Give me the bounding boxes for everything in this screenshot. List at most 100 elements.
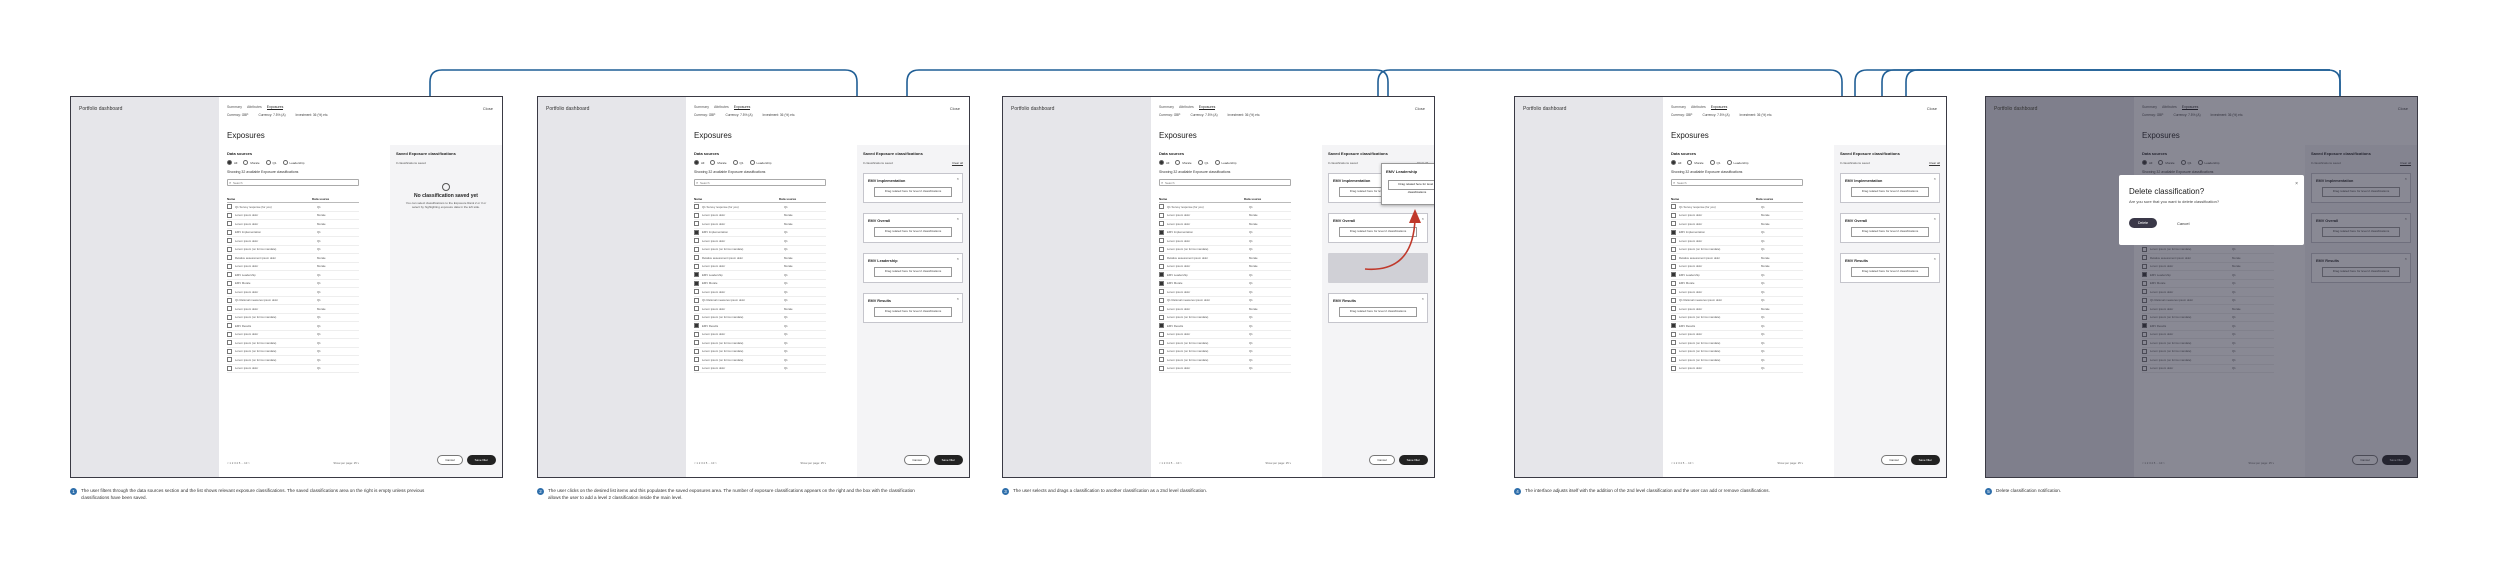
row-checkbox[interactable] xyxy=(1159,357,1164,363)
row-checkbox[interactable] xyxy=(227,357,232,363)
table-row[interactable]: Lorem ipsum (on forms mandate) Q1 xyxy=(1159,348,1291,356)
cancel-button[interactable]: Cancel xyxy=(904,455,930,465)
table-row[interactable]: Lorem ipsum (on forms mandate) Q1 xyxy=(1159,246,1291,254)
row-checkbox[interactable] xyxy=(1159,323,1164,329)
tab-exposures[interactable]: Exposures xyxy=(1198,105,1216,110)
tab-exposures[interactable]: Exposures xyxy=(266,105,284,110)
table-row[interactable]: Lorem ipsum dolor Morale xyxy=(227,263,359,271)
row-checkbox[interactable] xyxy=(1671,204,1676,210)
radio-all[interactable]: All xyxy=(694,160,704,165)
table-row[interactable]: EMV Implementation Q1 xyxy=(1159,229,1291,237)
col-name-header[interactable]: Name xyxy=(694,197,779,201)
table-row[interactable]: EMV Leadership Q1 xyxy=(694,271,826,280)
per-page-select[interactable]: Show per page: 25 v xyxy=(1265,461,1291,465)
close-button[interactable]: Close xyxy=(483,106,493,111)
remove-icon[interactable]: × xyxy=(957,176,959,181)
table-row[interactable]: Lorem ipsum (on forms mandate) Q1 xyxy=(227,339,359,348)
table-row[interactable]: EMV Results Q1 xyxy=(694,322,826,331)
table-row[interactable]: Lorem ipsum dolor Morale xyxy=(1671,305,1803,314)
radio-leadership[interactable]: Leadership xyxy=(1214,160,1236,165)
tab-summary[interactable]: Summary xyxy=(227,105,242,110)
clear-all-button[interactable]: Clear all xyxy=(952,161,963,165)
table-row[interactable]: Lorem ipsum dolor Q1 xyxy=(694,331,826,339)
radio-morale[interactable]: Morale xyxy=(243,160,260,165)
radio-q1[interactable]: Q1 xyxy=(1709,160,1721,165)
table-row[interactable]: EMV Morale Q1 xyxy=(1159,280,1291,288)
drop-zone[interactable]: Drag related here for level 2 classifica… xyxy=(1339,227,1417,237)
table-row[interactable]: Lorem ipsum dolor Morale xyxy=(694,263,826,271)
row-checkbox[interactable] xyxy=(1671,212,1676,218)
row-checkbox[interactable] xyxy=(227,263,232,269)
row-checkbox[interactable] xyxy=(227,289,232,295)
row-checkbox[interactable] xyxy=(694,204,699,210)
table-row[interactable]: Lorem ipsum dolor Q1 xyxy=(227,288,359,297)
classification-card[interactable]: EMV Overall × Drag related here for level … xyxy=(1328,213,1428,243)
page-links[interactable]: < 1 2 3 4 5 ... 10 > xyxy=(1671,461,1694,465)
table-row[interactable]: Lorem ipsum (on forms mandate) Q1 xyxy=(694,339,826,348)
remove-icon[interactable]: × xyxy=(957,216,959,221)
page-links[interactable]: < 1 2 3 4 5 ... 10 > xyxy=(694,461,717,465)
cancel-button[interactable]: Cancel xyxy=(1881,455,1907,465)
row-checkbox[interactable] xyxy=(1671,263,1676,269)
row-checkbox[interactable] xyxy=(227,340,232,346)
classification-card[interactable]: EMV Leadership × Drag related here for lev… xyxy=(863,253,963,283)
radio-morale[interactable]: Morale xyxy=(1687,160,1704,165)
tab-summary[interactable]: Summary xyxy=(694,105,709,110)
table-row[interactable]: Lorem ipsum dolor Q1 xyxy=(227,237,359,246)
row-checkbox[interactable] xyxy=(1159,255,1164,261)
row-checkbox[interactable] xyxy=(694,238,699,244)
classification-card[interactable]: EMV Overall × Drag related here for level … xyxy=(863,213,963,243)
row-checkbox[interactable] xyxy=(1671,229,1676,235)
row-checkbox[interactable] xyxy=(1159,297,1164,303)
row-checkbox[interactable] xyxy=(694,289,699,295)
radio-leadership[interactable]: Leadership xyxy=(282,160,304,165)
table-row[interactable]: Lorem ipsum (on forms mandate) Q1 xyxy=(1159,314,1291,322)
row-checkbox[interactable] xyxy=(694,255,699,261)
row-checkbox[interactable] xyxy=(694,357,699,363)
row-checkbox[interactable] xyxy=(694,314,699,320)
save-button[interactable]: Save filter xyxy=(466,455,496,465)
per-page-select[interactable]: Show per page: 25 v xyxy=(1777,461,1803,465)
row-checkbox[interactable] xyxy=(1671,306,1676,312)
remove-icon[interactable]: × xyxy=(1422,296,1424,301)
col-name-header[interactable]: Name xyxy=(1671,197,1756,201)
table-row[interactable]: Q1 Rational measures ipsum dolor Q1 xyxy=(1671,297,1803,305)
row-checkbox[interactable] xyxy=(227,246,232,252)
row-checkbox[interactable] xyxy=(227,229,232,235)
cancel-button[interactable]: Cancel xyxy=(437,455,463,465)
row-checkbox[interactable] xyxy=(1159,229,1164,235)
table-row[interactable]: Lorem ipsum dolor Q1 xyxy=(1159,288,1291,297)
table-row[interactable]: EMV Leadership Q1 xyxy=(1159,271,1291,280)
table-row[interactable]: EMV Morale Q1 xyxy=(227,280,359,288)
radio-morale[interactable]: Morale xyxy=(1175,160,1192,165)
row-checkbox[interactable] xyxy=(1159,212,1164,218)
table-row[interactable]: Lorem ipsum dolor Morale xyxy=(1159,305,1291,314)
table-row[interactable]: Q1 Rational measures ipsum dolor Q1 xyxy=(694,297,826,305)
table-row[interactable]: EMV Implementation Q1 xyxy=(227,229,359,237)
row-checkbox[interactable] xyxy=(227,280,232,286)
row-checkbox[interactable] xyxy=(1671,348,1676,354)
table-row[interactable]: Lorem ipsum dolor Q1 xyxy=(694,288,826,297)
search-input[interactable]: Search xyxy=(694,179,826,186)
row-checkbox[interactable] xyxy=(1159,238,1164,244)
drop-zone[interactable]: Drag related here for level 2 classifica… xyxy=(874,267,952,277)
table-row[interactable]: Lorem ipsum dolor Morale xyxy=(1159,263,1291,271)
table-row[interactable]: Lorem ipsum (on forms mandate) Q1 xyxy=(227,246,359,254)
remove-icon[interactable]: × xyxy=(957,296,959,301)
close-button[interactable]: Close xyxy=(1415,106,1425,111)
delete-button[interactable]: Delete xyxy=(2129,218,2158,228)
table-row[interactable]: Lorem ipsum dolor Q1 xyxy=(1671,237,1803,246)
radio-all[interactable]: All xyxy=(1671,160,1681,165)
row-checkbox[interactable] xyxy=(1671,272,1676,278)
table-row[interactable]: Relative assessment ipsum dolor Morale xyxy=(1159,254,1291,263)
dragged-classification[interactable]: EMV Leadership Drag related here for leve… xyxy=(1381,163,1434,205)
table-row[interactable]: Lorem ipsum dolor Morale xyxy=(1671,212,1803,220)
row-checkbox[interactable] xyxy=(694,348,699,354)
col-source-header[interactable]: Data source xyxy=(1244,197,1261,201)
row-checkbox[interactable] xyxy=(227,272,232,278)
drop-zone[interactable]: Drag related here for level 2 classifica… xyxy=(1851,187,1929,197)
row-checkbox[interactable] xyxy=(1671,255,1676,261)
row-checkbox[interactable] xyxy=(1159,272,1164,278)
search-input[interactable]: Search xyxy=(1159,179,1291,186)
radio-leadership[interactable]: Leadership xyxy=(749,160,771,165)
